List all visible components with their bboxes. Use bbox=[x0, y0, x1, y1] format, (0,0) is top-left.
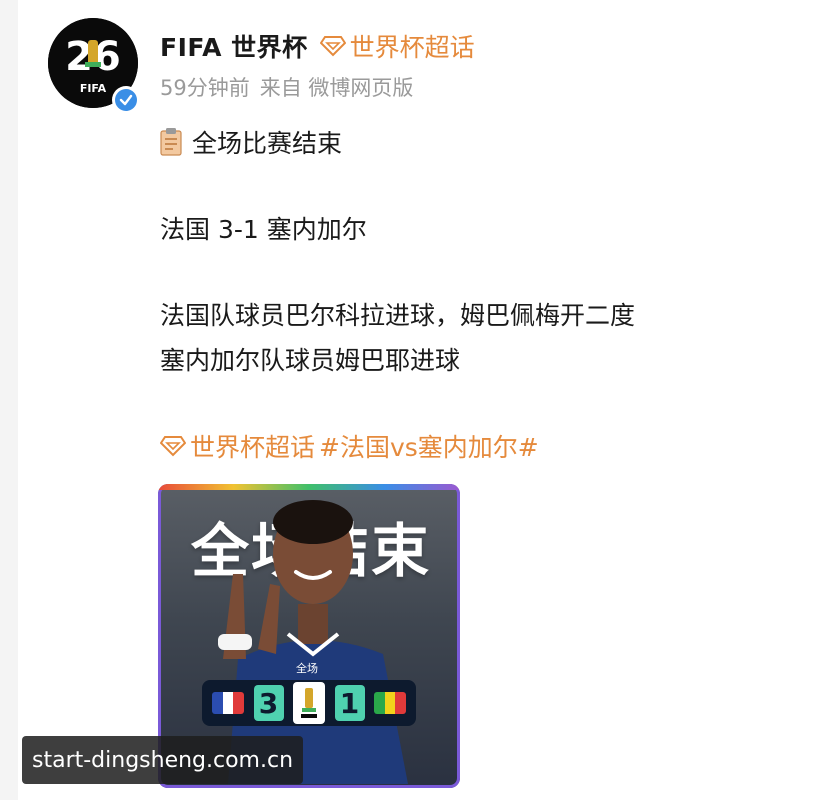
post-source: 来自 微博网页版 bbox=[259, 76, 414, 100]
diamond-icon bbox=[319, 36, 346, 57]
scoreboard: 3 1 bbox=[202, 680, 416, 726]
diamond-icon bbox=[160, 436, 186, 457]
left-gutter bbox=[0, 0, 18, 800]
topic-row: 世界杯超话 #法国vs塞内加尔# bbox=[160, 428, 539, 464]
check-icon bbox=[119, 94, 133, 106]
post-text-line-3: 法国队球员巴尔科拉进球，姆巴佩梅开二度 bbox=[160, 301, 636, 330]
verified-badge bbox=[112, 86, 140, 114]
hashtag-link[interactable]: #法国vs塞内加尔# bbox=[319, 428, 539, 464]
author-header: FIFA 世界杯 世界杯超话 bbox=[160, 26, 475, 66]
supertopic-badge[interactable]: 世界杯超话 bbox=[319, 28, 475, 64]
post-text-line-2: 法国 3-1 塞内加尔 bbox=[160, 215, 367, 244]
author-name[interactable]: FIFA 世界杯 bbox=[160, 28, 308, 64]
france-flag-icon bbox=[212, 692, 244, 714]
post-meta: 59分钟前 来自 微博网页版 bbox=[160, 72, 413, 102]
supertopic-link[interactable]: 世界杯超话 bbox=[190, 428, 315, 464]
score-label: 全场 bbox=[296, 662, 318, 675]
watermark: start-dingsheng.com.cn bbox=[22, 736, 304, 784]
home-score: 3 bbox=[253, 685, 284, 721]
post-line-1: 全场比赛结束 bbox=[160, 124, 342, 160]
world-cup-logo-icon bbox=[293, 682, 325, 724]
post-text-line-1: 全场比赛结束 bbox=[192, 129, 343, 158]
supertopic-label: 世界杯超话 bbox=[349, 33, 475, 62]
post-time[interactable]: 59分钟前 bbox=[160, 72, 250, 102]
clipboard-icon bbox=[160, 128, 182, 156]
senegal-flag-icon bbox=[374, 692, 406, 714]
away-score: 1 bbox=[334, 685, 365, 721]
post-text-line-4: 塞内加尔队球员姆巴耶进球 bbox=[160, 346, 461, 375]
